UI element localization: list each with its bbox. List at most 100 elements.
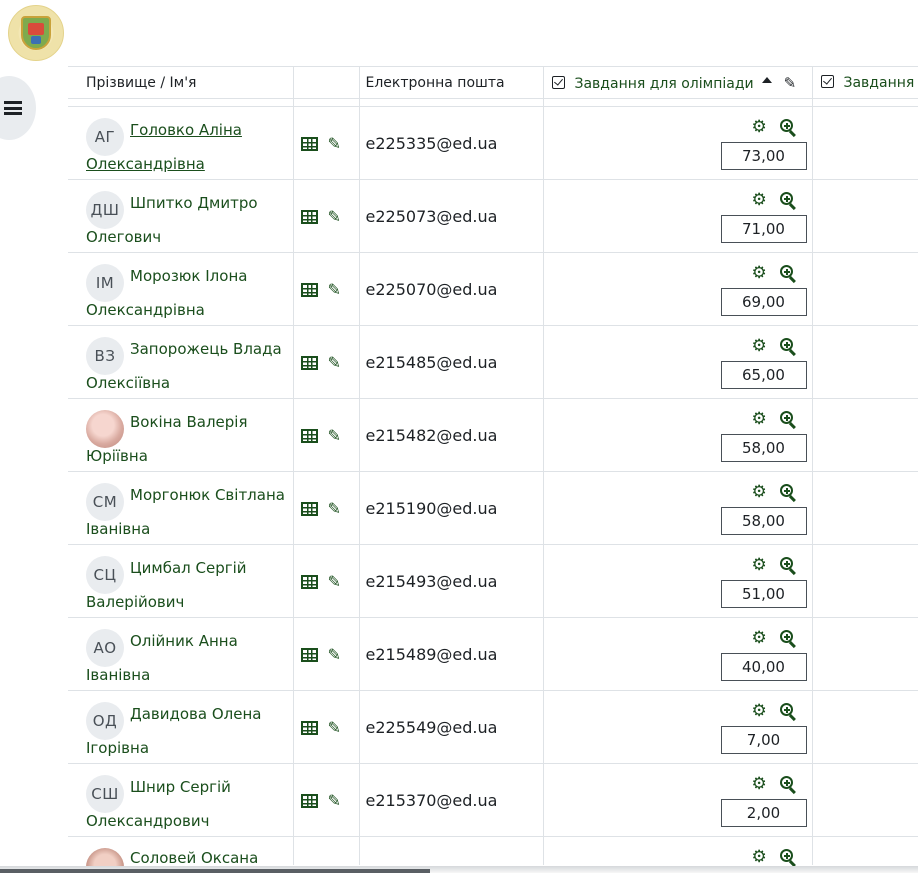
cog-icon[interactable]: ⚙ [752,630,767,647]
pencil-icon[interactable]: ✎ [328,645,341,664]
avatar[interactable]: СМ [86,483,124,521]
pencil-icon[interactable]: ✎ [328,718,341,737]
avatar[interactable]: АГ [86,118,124,156]
student-last-name-link[interactable]: Іванівна [86,520,150,538]
column-name-label[interactable]: Прізвище / Ім'я [86,75,196,91]
student-first-name-link[interactable]: Шнир Сергій [130,778,231,796]
cog-icon[interactable]: ⚙ [752,192,767,209]
column-header-email[interactable]: Електронна пошта [359,66,544,99]
pencil-icon[interactable]: ✎ [328,207,341,226]
cog-icon[interactable]: ⚙ [752,338,767,355]
zoom-in-icon[interactable] [779,265,797,283]
student-last-name-link[interactable]: Олександрович [86,812,209,830]
student-first-name-link[interactable]: Моргонюк Світлана [130,486,285,504]
grade-input[interactable] [720,507,807,535]
site-logo[interactable] [8,5,64,61]
assignment-header-link[interactable]: Завдання для олімпіади [575,76,754,92]
email-text: e215370@ed.ua [365,790,498,810]
table-icon[interactable] [300,647,318,662]
table-icon[interactable] [300,428,318,443]
zoom-in-icon[interactable] [779,849,797,867]
zoom-in-icon[interactable] [779,557,797,575]
pencil-icon[interactable]: ✎ [328,572,341,591]
student-first-name-link[interactable]: Цимбал Сергій [130,559,247,577]
table-icon[interactable] [300,574,318,589]
grade-cell: ⚙ [543,179,813,253]
grade-input[interactable] [720,215,807,243]
zoom-in-icon[interactable] [779,192,797,210]
student-first-name-link[interactable]: Соловей Оксана [130,849,258,867]
grade-input[interactable] [720,434,807,462]
student-last-name-link[interactable]: Валерійович [86,593,184,611]
student-last-name-link[interactable]: Олександрівна [86,301,205,319]
cog-icon[interactable]: ⚙ [752,849,767,866]
zoom-in-icon[interactable] [779,776,797,794]
student-last-name-link[interactable]: Ігорівна [86,739,149,757]
grade-input[interactable] [720,580,807,608]
student-last-name-link[interactable]: Олександрівна [86,155,205,173]
zoom-in-icon[interactable] [779,338,797,356]
avatar[interactable]: ІМ [86,264,124,302]
student-last-name-link[interactable]: Юріївна [86,447,148,465]
student-last-name-link[interactable]: Іванівна [86,666,150,684]
grade-input[interactable] [720,799,807,827]
cog-icon[interactable]: ⚙ [752,557,767,574]
table-icon[interactable] [300,136,318,151]
student-first-name-link[interactable]: Вокіна Валерія [130,413,247,431]
pencil-icon[interactable]: ✎ [328,426,341,445]
grade-input[interactable] [720,653,807,681]
cog-icon[interactable]: ⚙ [752,484,767,501]
student-last-name-link[interactable]: Олексіївна [86,374,170,392]
table-icon[interactable] [300,209,318,224]
pencil-icon[interactable]: ✎ [328,791,341,810]
course-index-toggle-button[interactable] [0,76,36,140]
cog-icon[interactable]: ⚙ [752,119,767,136]
cog-icon[interactable]: ⚙ [752,703,767,720]
table-icon[interactable] [300,501,318,516]
table-icon[interactable] [300,282,318,297]
avatar[interactable]: ВЗ [86,337,124,375]
table-icon[interactable] [300,720,318,735]
column-header-assignment[interactable]: Завдання для олімпіади ✎ [543,66,813,99]
grade-input[interactable] [720,288,807,316]
student-first-name-link[interactable]: Шпитко Дмитро [130,194,258,212]
sort-ascending-icon[interactable] [761,76,772,83]
header-pencil-icon[interactable]: ✎ [784,74,797,92]
student-first-name-link[interactable]: Головко Аліна [130,121,242,139]
avatar[interactable] [86,410,124,448]
grade-input[interactable] [720,142,807,170]
student-name-cell: СШ Шнир Сергій Олександрович [68,763,294,837]
assignment-2-header-link[interactable]: Завдання для олімпіади [844,75,918,91]
student-first-name-link[interactable]: Запорожець Влада [130,340,282,358]
student-first-name-link[interactable]: Давидова Олена [130,705,261,723]
assignment-2-checkbox-icon [820,74,834,88]
column-header-name[interactable]: Прізвище / Ім'я [68,66,294,99]
student-first-name-link[interactable]: Олійник Анна [130,632,238,650]
avatar[interactable]: АО [86,629,124,667]
student-last-name-link[interactable]: Олегович [86,228,161,246]
column-header-assignment-2[interactable]: Завдання для олімпіади [812,66,918,99]
zoom-in-icon[interactable] [779,484,797,502]
table-icon[interactable] [300,355,318,370]
grade-input[interactable] [720,726,807,754]
avatar[interactable]: ДШ [86,191,124,229]
cog-icon[interactable]: ⚙ [752,776,767,793]
avatar[interactable]: СШ [86,775,124,813]
column-email-label[interactable]: Електронна пошта [366,75,505,91]
avatar[interactable]: СЦ [86,556,124,594]
zoom-in-icon[interactable] [779,411,797,429]
student-first-name-link[interactable]: Морозюк Ілона [130,267,247,285]
pencil-icon[interactable]: ✎ [328,353,341,372]
zoom-in-icon[interactable] [779,703,797,721]
zoom-in-icon[interactable] [779,119,797,137]
cog-icon[interactable]: ⚙ [752,265,767,282]
pencil-icon[interactable]: ✎ [328,134,341,153]
cog-icon[interactable]: ⚙ [752,411,767,428]
table-icon[interactable] [300,793,318,808]
zoom-in-icon[interactable] [779,630,797,648]
pencil-icon[interactable]: ✎ [328,280,341,299]
grade-input[interactable] [720,361,807,389]
avatar[interactable]: ОД [86,702,124,740]
pencil-icon[interactable]: ✎ [328,499,341,518]
scrollbar[interactable] [0,869,430,873]
